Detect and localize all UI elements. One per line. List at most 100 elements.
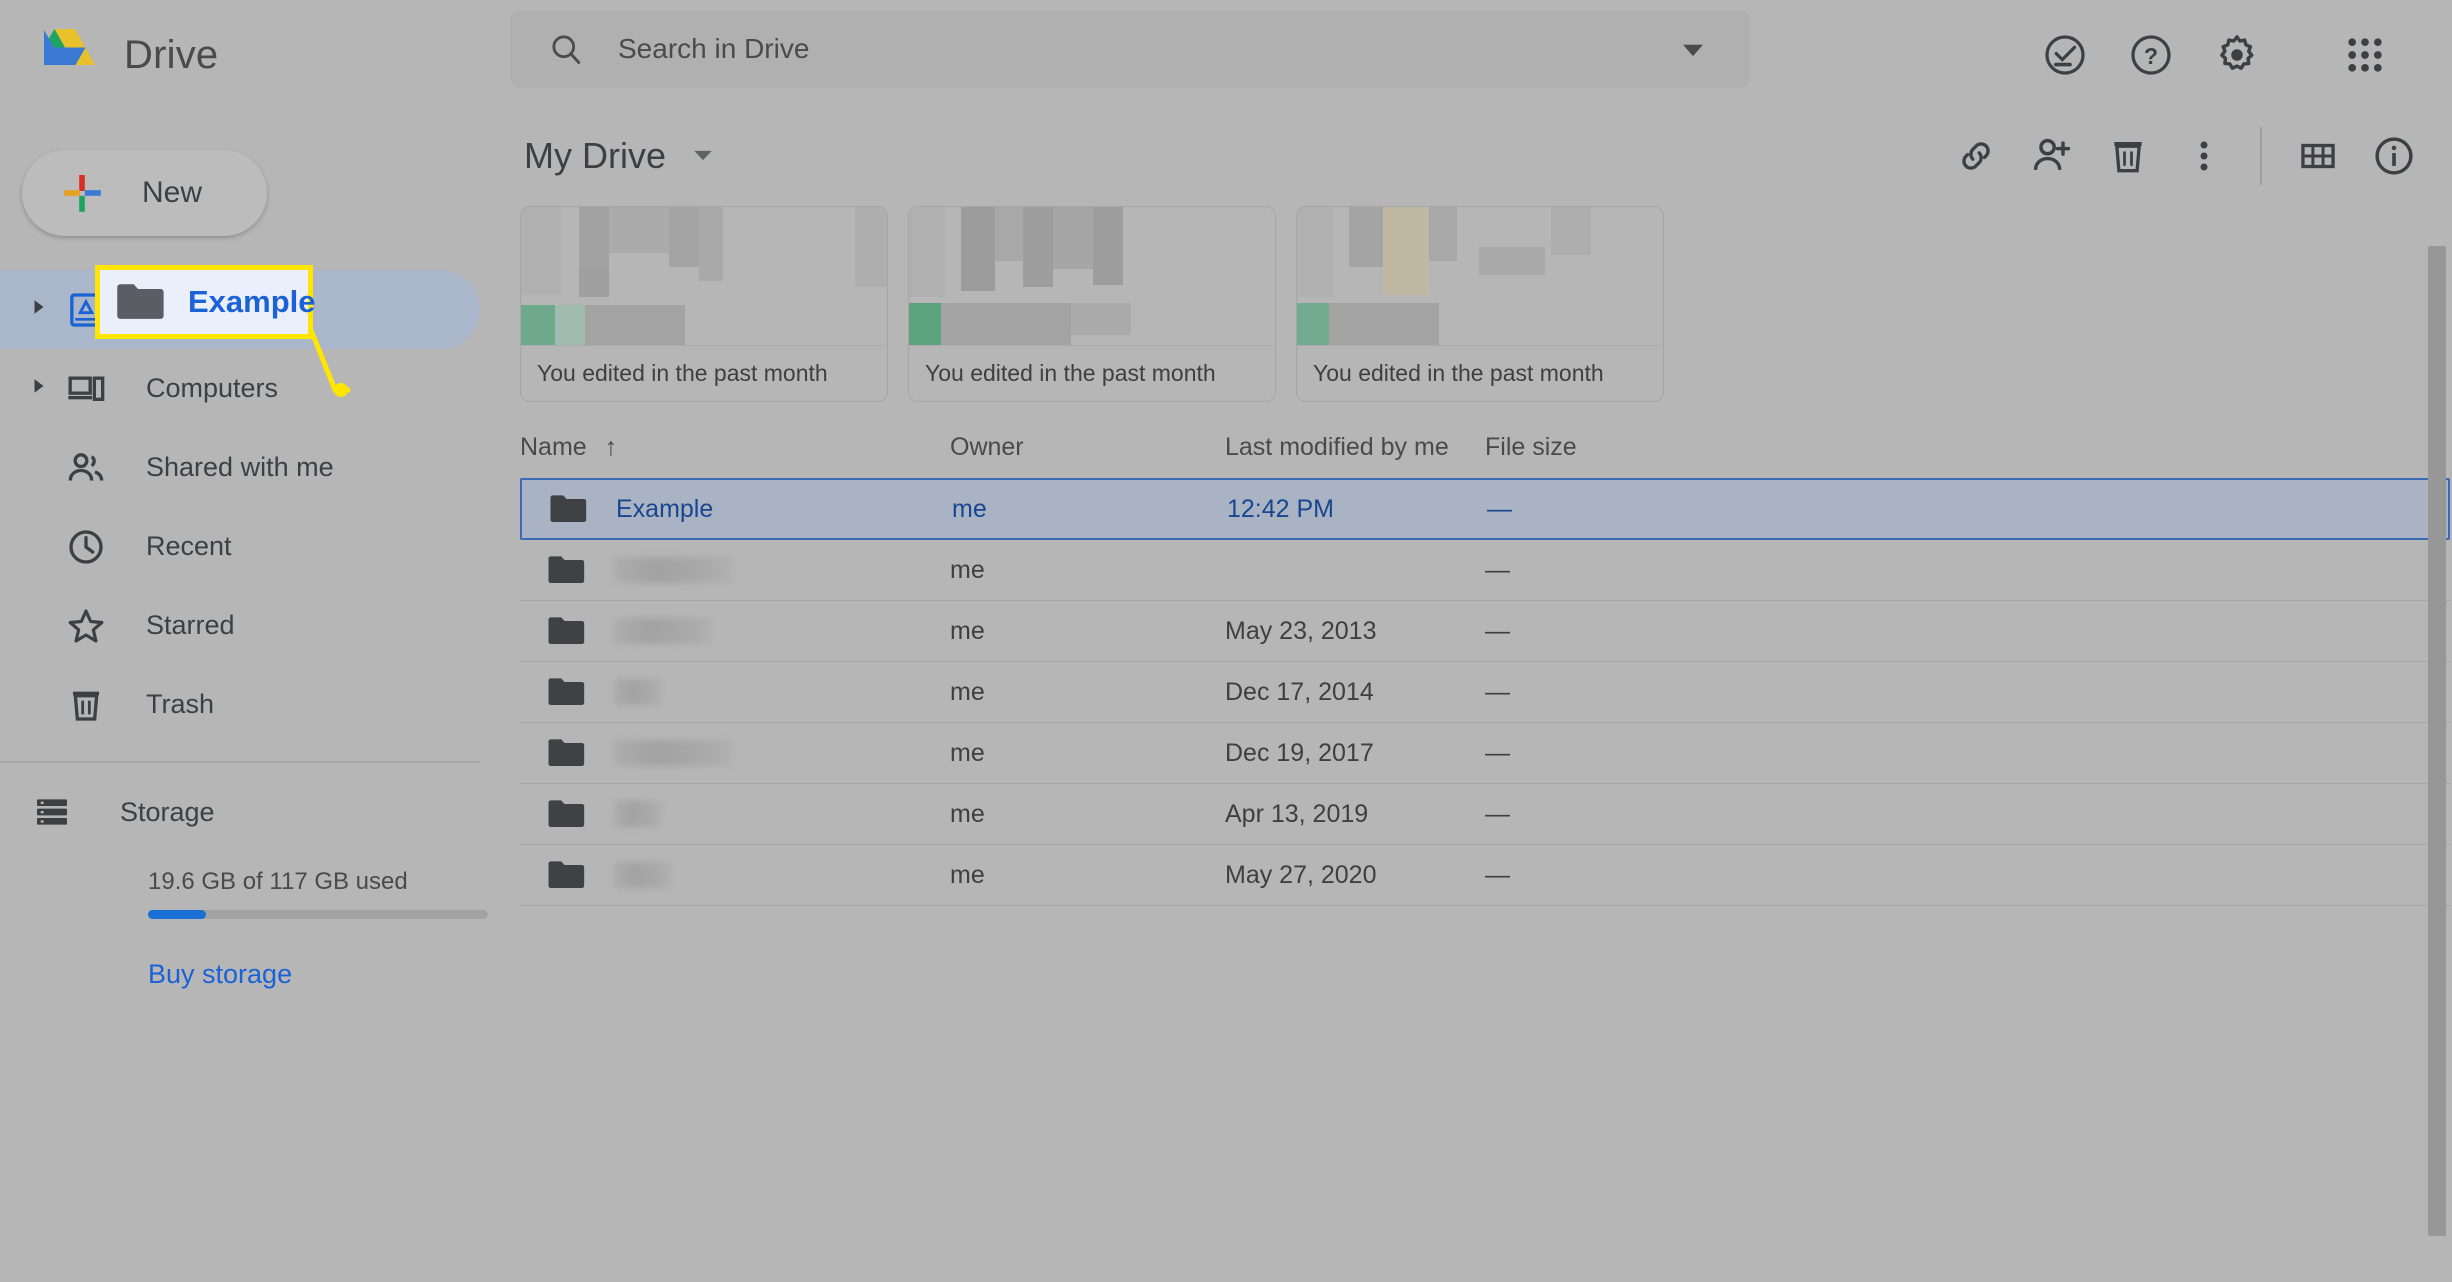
table-row[interactable]: me Apr 13, 2019 —	[520, 784, 2450, 845]
cell-modified: May 23, 2013	[1225, 616, 1377, 645]
chevron-down-icon[interactable]	[1676, 32, 1710, 66]
cell-name	[520, 553, 950, 587]
main-content: My Drive You edited in the past month Yo…	[500, 110, 2452, 1282]
cell-owner: me	[950, 860, 985, 889]
expand-arrow-icon[interactable]	[22, 298, 56, 321]
cell-modified: Apr 13, 2019	[1225, 799, 1369, 828]
cell-name	[520, 736, 950, 770]
brand-name: Drive	[124, 32, 219, 77]
people-icon	[64, 446, 108, 490]
toolbar-icon-group	[1938, 110, 2432, 202]
card-thumbnail	[1297, 207, 1663, 345]
cell-owner: me	[950, 799, 985, 828]
table-row[interactable]: me —	[520, 540, 2450, 601]
cell-size: —	[1485, 555, 1510, 584]
column-header-owner[interactable]: Owner	[950, 433, 1225, 462]
link-icon[interactable]	[1938, 118, 2014, 194]
new-button-label: New	[142, 176, 203, 209]
suggested-card[interactable]: You edited in the past month	[908, 206, 1276, 402]
help-question-icon[interactable]: ?	[2108, 12, 2194, 98]
info-icon[interactable]	[2356, 118, 2432, 194]
sidebar-nav: My Drive Computers	[0, 270, 480, 744]
file-name-redacted[interactable]	[614, 679, 662, 705]
drive-logo-icon	[44, 29, 95, 65]
content-toolbar: My Drive	[500, 110, 2452, 202]
cell-modified: Dec 17, 2014	[1225, 677, 1374, 706]
table-row[interactable]: me Dec 19, 2017 —	[520, 723, 2450, 784]
search-bar[interactable]	[510, 10, 1750, 88]
column-header-name[interactable]: Name ↑	[520, 433, 950, 462]
table-row[interactable]: me Dec 17, 2014 —	[520, 662, 2450, 723]
computer-icon	[64, 367, 108, 411]
sidebar-item-recent[interactable]: Recent	[0, 507, 480, 586]
top-bar: Drive ?	[0, 0, 2452, 110]
scrollbar-thumb[interactable]	[2428, 246, 2446, 1236]
trash-icon	[64, 683, 108, 727]
folder-icon	[548, 739, 585, 766]
trash-icon[interactable]	[2090, 118, 2166, 194]
plus-icon	[64, 175, 101, 212]
search-input[interactable]	[618, 33, 1676, 65]
file-name-redacted[interactable]	[614, 862, 672, 888]
callout-label: Example	[188, 284, 316, 319]
sidebar-item-label: Trash	[146, 689, 215, 719]
breadcrumb[interactable]: My Drive	[524, 135, 666, 177]
column-header-modified[interactable]: Last modified by me	[1225, 433, 1485, 462]
folder-icon	[550, 495, 587, 522]
table-row[interactable]: me May 23, 2013 —	[520, 601, 2450, 662]
suggested-files: You edited in the past month You edited …	[520, 206, 2452, 402]
cell-name	[520, 797, 950, 831]
chevron-down-icon[interactable]	[688, 139, 718, 174]
apps-grid-icon[interactable]	[2322, 12, 2408, 98]
support-check-circle-icon[interactable]	[2022, 12, 2108, 98]
sidebar-item-storage[interactable]: Storage	[0, 790, 215, 834]
brand[interactable]: Drive	[34, 27, 454, 83]
sidebar-item-shared-with-me[interactable]: Shared with me	[0, 428, 480, 507]
sidebar-item-label: Starred	[146, 610, 235, 640]
cell-owner: me	[950, 555, 985, 584]
cell-modified: 12:42 PM	[1227, 494, 1335, 523]
cell-name	[520, 614, 950, 648]
cell-owner: me	[950, 738, 985, 767]
folder-icon	[548, 556, 585, 583]
card-caption: You edited in the past month	[909, 345, 1275, 401]
cell-owner: me	[950, 677, 985, 706]
sidebar-item-label: Shared with me	[146, 452, 334, 482]
storage-progress-track	[148, 910, 488, 919]
star-icon	[64, 604, 108, 648]
buy-storage-link[interactable]: Buy storage	[148, 959, 292, 990]
grid-view-icon[interactable]	[2280, 118, 2356, 194]
folder-icon	[117, 284, 164, 319]
sidebar-item-starred[interactable]: Starred	[0, 586, 480, 665]
column-header-size[interactable]: File size	[1485, 433, 1685, 462]
sidebar-item-computers[interactable]: Computers	[0, 349, 480, 428]
new-button[interactable]: New	[22, 150, 267, 236]
cell-size: —	[1485, 677, 1510, 706]
folder-icon	[548, 800, 585, 827]
table-row[interactable]: me May 27, 2020 —	[520, 845, 2450, 906]
file-name-redacted[interactable]	[614, 618, 712, 644]
more-vertical-icon[interactable]	[2166, 118, 2242, 194]
suggested-card[interactable]: You edited in the past month	[520, 206, 888, 402]
add-person-icon[interactable]	[2014, 118, 2090, 194]
sidebar-item-trash[interactable]: Trash	[0, 665, 480, 744]
file-name-redacted[interactable]	[614, 557, 732, 583]
file-list: Example me 12:42 PM — me — me May 23, 20…	[520, 478, 2450, 906]
cell-size: —	[1485, 616, 1510, 645]
folder-icon	[548, 678, 585, 705]
folder-icon	[548, 861, 585, 888]
expand-arrow-icon[interactable]	[22, 377, 56, 400]
storage-icon	[30, 790, 74, 834]
column-header-name-label: Name	[520, 432, 587, 461]
gear-icon[interactable]	[2194, 12, 2280, 98]
suggested-card[interactable]: You edited in the past month	[1296, 206, 1664, 402]
svg-text:?: ?	[2144, 43, 2158, 69]
callout-example-folder: Example	[95, 265, 316, 339]
toolbar-separator	[2260, 127, 2262, 185]
table-row[interactable]: Example me 12:42 PM —	[520, 478, 2450, 540]
file-name[interactable]: Example	[616, 495, 713, 524]
vertical-scrollbar[interactable]	[2428, 118, 2446, 1282]
file-name-redacted[interactable]	[614, 801, 662, 827]
file-name-redacted[interactable]	[614, 740, 732, 766]
cell-name: Example	[522, 492, 952, 526]
